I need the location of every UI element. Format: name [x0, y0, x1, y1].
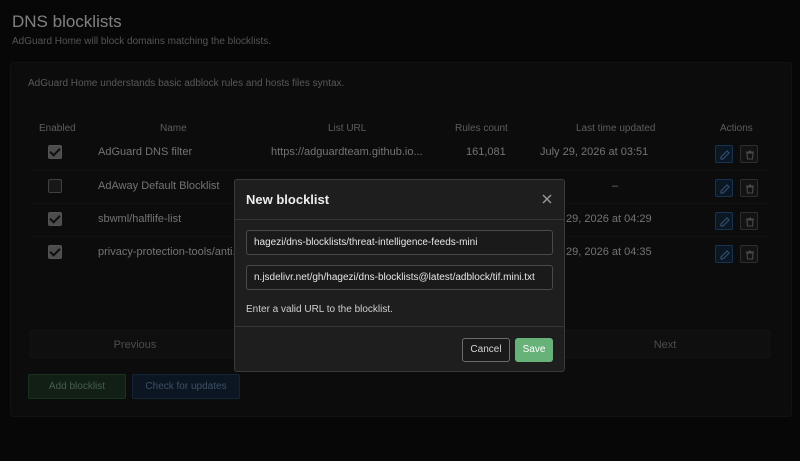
new-blocklist-modal: New blocklist Enter a valid URL to the b… — [234, 179, 565, 372]
close-button[interactable] — [540, 192, 554, 206]
close-icon — [542, 194, 552, 204]
blocklist-url-input[interactable] — [246, 265, 553, 290]
modal-title: New blocklist — [246, 192, 330, 207]
cancel-button[interactable]: Cancel — [462, 338, 510, 362]
save-button[interactable]: Save — [515, 338, 553, 362]
url-hint: Enter a valid URL to the blocklist. — [246, 304, 393, 315]
blocklist-name-input[interactable] — [246, 230, 553, 255]
modal-footer-divider — [235, 326, 564, 327]
page: DNS blocklists AdGuard Home will block d… — [0, 0, 800, 461]
modal-header: New blocklist — [235, 180, 564, 220]
